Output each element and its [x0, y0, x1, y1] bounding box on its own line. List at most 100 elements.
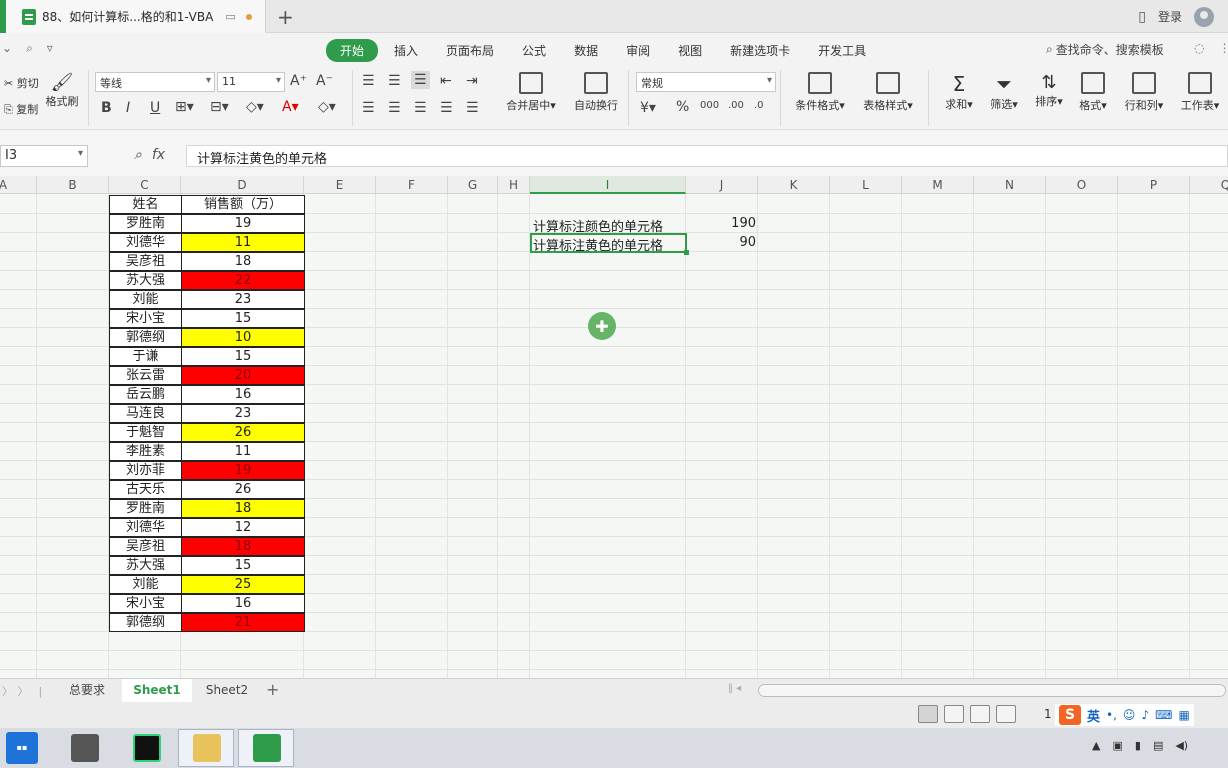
underline-button[interactable]: U: [150, 100, 160, 116]
sum-button[interactable]: Σ 求和▾: [940, 72, 978, 112]
column-header-e[interactable]: E: [304, 176, 376, 194]
italic-button[interactable]: I: [126, 100, 130, 116]
format-painter-button[interactable]: 🖌 格式刷: [42, 72, 82, 109]
menu-tab-formulas[interactable]: 公式: [510, 39, 558, 62]
menu-tab-page-layout[interactable]: 页面布局: [434, 39, 506, 62]
spreadsheet-grid[interactable]: ABCDEFGHIJKLMNOPQ 姓名 销售额（万） 罗胜南 19 刘德华 11 吴彦…: [0, 176, 1228, 678]
border-icon[interactable]: ⊞▾: [175, 99, 194, 115]
menu-tab-new-tab[interactable]: 新建选项卡: [718, 39, 802, 62]
column-header-c[interactable]: C: [109, 176, 181, 194]
table-cell-sales[interactable]: 26: [181, 423, 305, 442]
menu-tab-home[interactable]: 开始: [326, 39, 379, 62]
font-name-select[interactable]: 等线: [95, 72, 215, 92]
cut-button[interactable]: ✂ 剪切: [4, 75, 39, 91]
table-cell-sales[interactable]: 21: [181, 613, 305, 632]
table-cell-sales[interactable]: 19: [181, 214, 305, 233]
start-menu-icon[interactable]: ▪▪: [6, 732, 38, 764]
justify-icon[interactable]: ☰: [440, 100, 453, 116]
column-header-n[interactable]: N: [974, 176, 1046, 194]
eye-protection-icon[interactable]: [996, 705, 1016, 723]
align-right-icon[interactable]: ☰: [414, 100, 427, 116]
table-cell-name[interactable]: 郭德纲: [109, 613, 182, 632]
table-cell-name[interactable]: 于魁智: [109, 423, 182, 442]
column-header-f[interactable]: F: [376, 176, 448, 194]
table-header-name[interactable]: 姓名: [109, 195, 182, 214]
table-cell-name[interactable]: 吴彦祖: [109, 537, 182, 556]
column-header-m[interactable]: M: [902, 176, 974, 194]
increase-font-icon[interactable]: A⁺: [290, 73, 307, 89]
avatar[interactable]: [1194, 6, 1214, 27]
login-link[interactable]: 登录: [1158, 8, 1182, 25]
page-break-view-icon[interactable]: [944, 705, 964, 723]
align-top-icon[interactable]: ☰: [362, 73, 375, 89]
name-box[interactable]: I3: [0, 145, 88, 167]
percent-button[interactable]: %: [676, 99, 689, 115]
taskbar-pycharm[interactable]: [118, 729, 174, 767]
conditional-format-button[interactable]: 条件格式▾: [790, 72, 850, 113]
page-layout-view-icon[interactable]: [970, 705, 990, 723]
align-center-icon[interactable]: ☰: [388, 100, 401, 116]
table-cell-name[interactable]: 罗胜南: [109, 499, 182, 518]
normal-view-icon[interactable]: [918, 705, 938, 723]
table-cell-sales[interactable]: 15: [181, 309, 305, 328]
thousands-icon[interactable]: 000: [700, 100, 719, 111]
sheet-tab-sheet1[interactable]: Sheet1: [122, 679, 192, 702]
table-cell-name[interactable]: 李胜素: [109, 442, 182, 461]
menu-tab-view[interactable]: 视图: [666, 39, 714, 62]
distribute-icon[interactable]: ☰: [466, 100, 479, 116]
command-search[interactable]: ⌕ 查找命令、搜索模板: [1046, 41, 1164, 58]
table-cell-name[interactable]: 刘能: [109, 290, 182, 309]
worksheet-button[interactable]: 工作表▾: [1176, 72, 1224, 113]
table-cell-name[interactable]: 吴彦祖: [109, 252, 182, 271]
copy-button[interactable]: ⎘ 复制: [4, 101, 38, 117]
formula-input[interactable]: 计算标注黄色的单元格: [186, 145, 1228, 167]
menu-tab-data[interactable]: 数据: [562, 39, 610, 62]
tray-app-icon[interactable]: ▣: [1112, 739, 1122, 752]
column-header-h[interactable]: H: [498, 176, 530, 194]
table-cell-sales[interactable]: 18: [181, 499, 305, 518]
table-cell-sales[interactable]: 26: [181, 480, 305, 499]
quick-access-icon[interactable]: ⌄: [2, 41, 12, 56]
cell-style-icon[interactable]: ⊟▾: [210, 99, 229, 115]
table-cell-name[interactable]: 宋小宝: [109, 594, 182, 613]
wrap-text-button[interactable]: 自动换行: [568, 72, 624, 113]
table-cell-name[interactable]: 宋小宝: [109, 309, 182, 328]
table-cell-sales[interactable]: 23: [181, 404, 305, 423]
menu-tab-insert[interactable]: 插入: [382, 39, 430, 62]
sheet-tab-sheet2[interactable]: Sheet2: [192, 679, 262, 702]
sheet-nav-icon[interactable]: 〉〉|: [2, 683, 52, 699]
align-bottom-icon[interactable]: ☰: [411, 71, 430, 89]
tray-expand-icon[interactable]: ▲: [1092, 739, 1100, 752]
cell-j2[interactable]: 190: [690, 216, 756, 231]
sogou-logo-icon[interactable]: S: [1059, 705, 1081, 725]
table-cell-sales[interactable]: 15: [181, 347, 305, 366]
currency-icon[interactable]: ¥▾: [640, 100, 656, 116]
table-cell-name[interactable]: 岳云鹏: [109, 385, 182, 404]
document-tab[interactable]: 88、如何计算标...格的和1-VBA ▭: [0, 0, 266, 33]
network-icon[interactable]: ▤: [1153, 739, 1163, 752]
table-cell-sales[interactable]: 16: [181, 385, 305, 404]
taskbar-explorer[interactable]: [178, 729, 234, 767]
table-cell-sales[interactable]: 16: [181, 594, 305, 613]
table-cell-name[interactable]: 张云雷: [109, 366, 182, 385]
new-tab-button[interactable]: +: [277, 5, 294, 29]
sort-button[interactable]: ⇅ 排序▾: [1030, 72, 1068, 109]
zoom-search-icon[interactable]: ⌕: [134, 147, 142, 163]
menu-tab-review[interactable]: 审阅: [614, 39, 662, 62]
table-cell-sales[interactable]: 18: [181, 537, 305, 556]
table-style-button[interactable]: 表格样式▾: [858, 72, 918, 113]
zoom-level[interactable]: 1: [1044, 707, 1052, 721]
table-cell-sales[interactable]: 10: [181, 328, 305, 347]
more-icon[interactable]: ▿: [47, 41, 53, 56]
taskbar-recorder[interactable]: [56, 729, 112, 767]
column-header-b[interactable]: B: [37, 176, 109, 194]
indent-decrease-icon[interactable]: ⇤: [440, 73, 452, 89]
table-cell-name[interactable]: 于谦: [109, 347, 182, 366]
table-cell-name[interactable]: 刘德华: [109, 233, 182, 252]
row-column-button[interactable]: 行和列▾: [1120, 72, 1168, 113]
font-color-icon[interactable]: A▾: [282, 99, 299, 115]
column-header-d[interactable]: D: [181, 176, 304, 194]
clear-icon[interactable]: ◇▾: [318, 99, 336, 115]
column-header-i[interactable]: I: [530, 176, 686, 194]
table-cell-sales[interactable]: 15: [181, 556, 305, 575]
